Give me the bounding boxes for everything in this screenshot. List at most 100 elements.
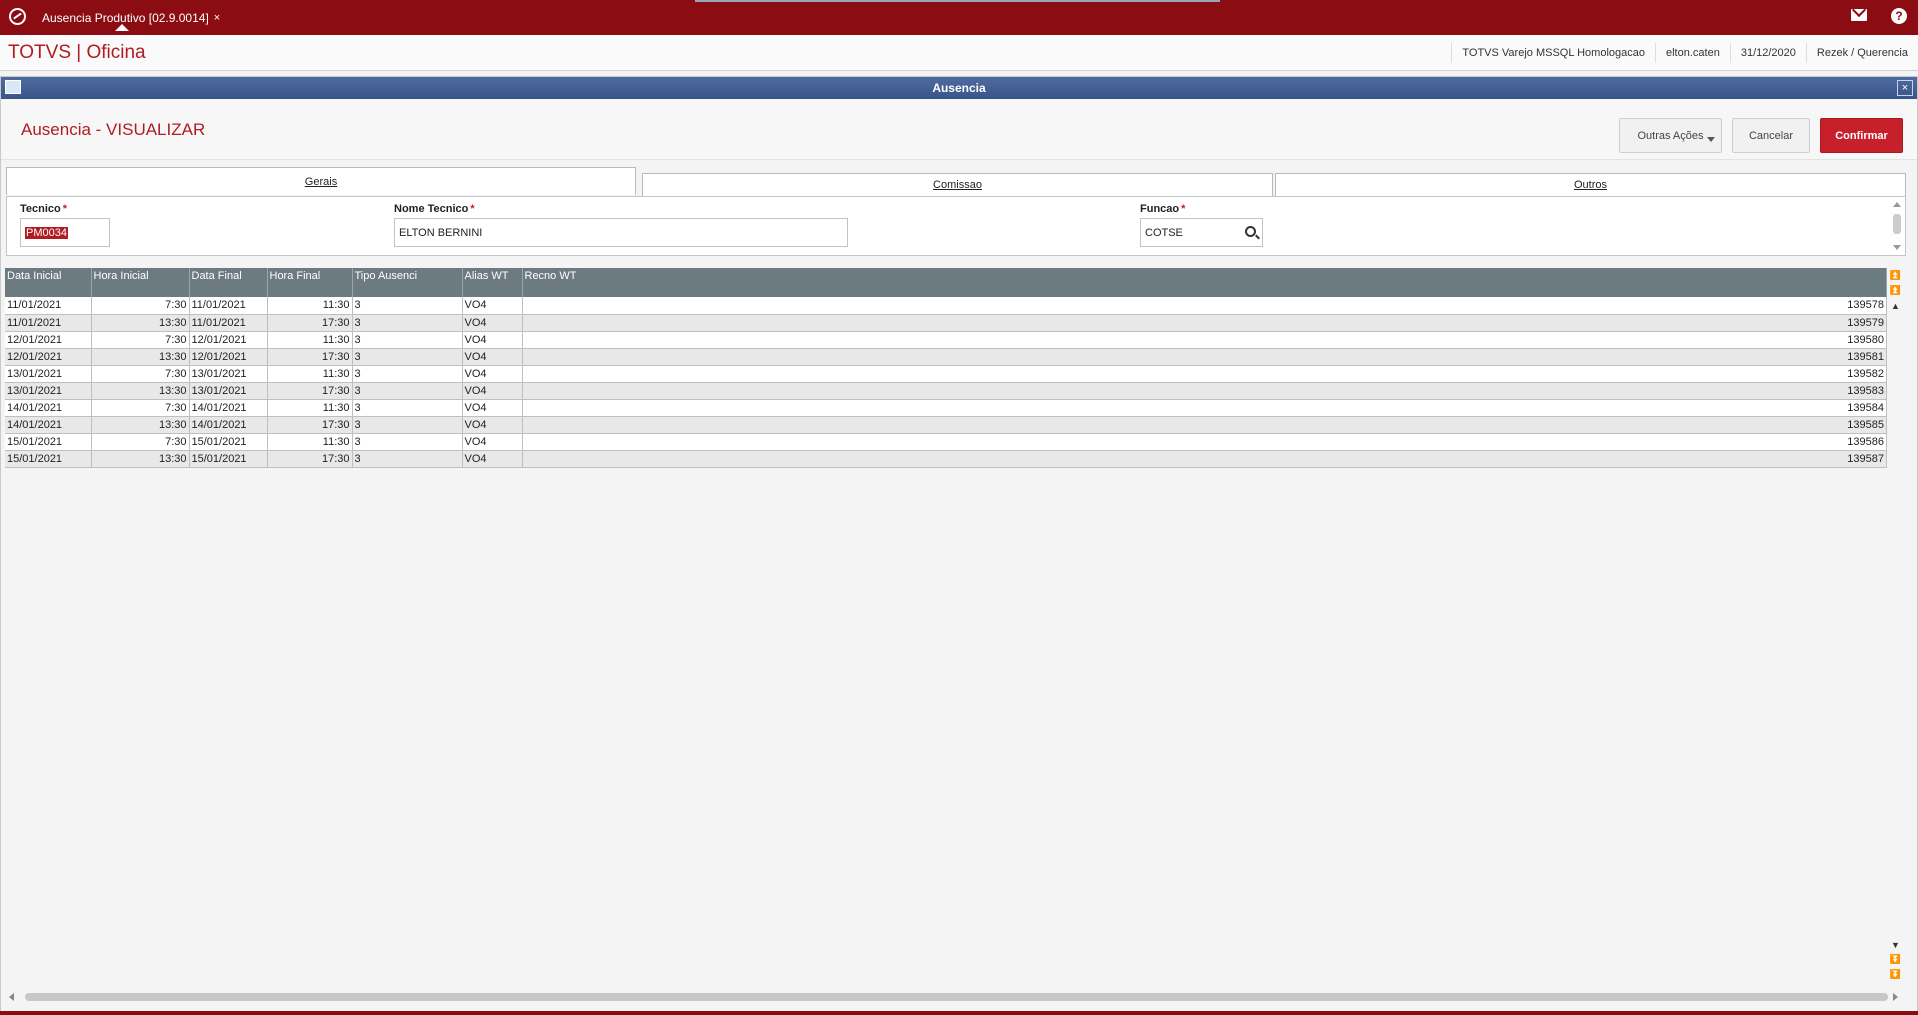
page-header: Ausencia - VISUALIZAR Outras Ações Cance… [1, 100, 1917, 160]
table-cell: 139581 [522, 348, 1887, 366]
table-cell: 14/01/2021 [5, 416, 92, 434]
table-cell: 3 [352, 314, 463, 332]
scroll-up-icon[interactable]: ▲ [1889, 299, 1902, 312]
table-cell: 11/01/2021 [5, 314, 92, 332]
table-cell: 11:30 [267, 331, 353, 349]
table-row[interactable]: 14/01/2021 7:30 14/01/2021 11:30 3 VO4 139584 [5, 399, 1887, 417]
column-header[interactable]: Data Final [189, 268, 268, 297]
column-header[interactable]: Hora Inicial [91, 268, 190, 297]
totvs-logo-icon[interactable] [9, 8, 26, 25]
table-cell: 7:30 [91, 433, 190, 451]
table-cell: 7:30 [91, 365, 190, 383]
app-brand: TOTVS | Oficina [8, 42, 146, 63]
table-cell: 12/01/2021 [5, 348, 92, 366]
top-progress-line [695, 0, 1220, 2]
ausencia-grid: Data Inicial Hora Inicial Data Final Hora F… [5, 268, 1887, 968]
table-cell: VO4 [462, 297, 523, 315]
table-cell: 7:30 [91, 399, 190, 417]
table-cell: 14/01/2021 [189, 416, 268, 434]
table-cell: 15/01/2021 [5, 433, 92, 451]
nome-tecnico-input[interactable]: ELTON BERNINI [394, 218, 848, 247]
table-cell: 139580 [522, 331, 1887, 349]
scroll-down-icon[interactable] [1893, 245, 1901, 250]
scroll-thumb[interactable] [1893, 214, 1901, 234]
form-scrollbar[interactable] [1891, 200, 1903, 252]
scroll-bottom-icon[interactable]: ⏬ [1889, 968, 1902, 981]
table-row[interactable]: 13/01/2021 7:30 13/01/2021 11:30 3 VO4 139582 [5, 365, 1887, 383]
column-header[interactable]: Alias WT [462, 268, 523, 297]
active-tab-indicator [115, 24, 129, 31]
scroll-top-icon[interactable]: ⏫ [1889, 269, 1902, 282]
scroll-track[interactable] [1889, 314, 1902, 934]
tab-close-icon[interactable]: × [214, 12, 220, 24]
tecnico-value: PM0034 [25, 226, 68, 239]
scroll-left-icon[interactable] [9, 993, 14, 1001]
nome-tecnico-value: ELTON BERNINI [399, 226, 483, 239]
scroll-page-up-icon[interactable]: ⏫ [1889, 284, 1902, 297]
table-cell: 14/01/2021 [5, 399, 92, 417]
table-row[interactable]: 12/01/2021 13:30 12/01/2021 17:30 3 VO4 139581 [5, 348, 1887, 366]
table-row[interactable]: 11/01/2021 13:30 11/01/2021 17:30 3 VO4 139579 [5, 314, 1887, 332]
table-row[interactable]: 15/01/2021 13:30 15/01/2021 17:30 3 VO4 139587 [5, 450, 1887, 468]
table-cell: VO4 [462, 314, 523, 332]
mail-icon[interactable] [1851, 9, 1867, 21]
scroll-page-down-icon[interactable]: ⏬ [1889, 953, 1902, 966]
table-cell: 3 [352, 297, 463, 315]
column-header[interactable]: Data Inicial [5, 268, 92, 297]
table-cell: 13:30 [91, 416, 190, 434]
table-row[interactable]: 11/01/2021 7:30 11/01/2021 11:30 3 VO4 139578 [5, 297, 1887, 315]
tab-comissao[interactable]: Comissao [642, 173, 1273, 197]
funcao-input[interactable]: COTSE [1140, 218, 1263, 247]
tab-gerais[interactable]: Gerais [6, 167, 636, 195]
table-cell: VO4 [462, 331, 523, 349]
funcao-value: COTSE [1145, 226, 1183, 239]
table-header-row: Data Inicial Hora Inicial Data Final Hora F… [5, 268, 1887, 297]
table-cell: 11/01/2021 [189, 297, 268, 315]
confirm-button[interactable]: Confirmar [1820, 118, 1903, 153]
grid-horizontal-scrollbar[interactable] [5, 990, 1902, 1004]
table-cell: 15/01/2021 [189, 450, 268, 468]
search-icon[interactable] [1245, 226, 1256, 237]
tab-ausencia-produtivo[interactable]: Ausencia Produtivo [02.9.0014] × [34, 0, 230, 35]
table-cell: 17:30 [267, 314, 353, 332]
cancel-button[interactable]: Cancelar [1732, 118, 1810, 153]
tecnico-label: Tecnico * [20, 203, 67, 215]
window-icon [5, 80, 21, 94]
nome-tecnico-label: Nome Tecnico * [394, 203, 475, 215]
table-cell: 13/01/2021 [189, 365, 268, 383]
tecnico-input[interactable]: PM0034 [20, 218, 110, 247]
table-row[interactable]: 14/01/2021 13:30 14/01/2021 17:30 3 VO4 139585 [5, 416, 1887, 434]
table-cell: 13/01/2021 [189, 382, 268, 400]
scroll-right-icon[interactable] [1893, 993, 1898, 1001]
table-cell: 3 [352, 450, 463, 468]
table-row[interactable]: 12/01/2021 7:30 12/01/2021 11:30 3 VO4 139580 [5, 331, 1887, 349]
other-actions-button[interactable]: Outras Ações [1619, 118, 1722, 153]
table-cell: 17:30 [267, 382, 353, 400]
column-header[interactable]: Hora Final [267, 268, 353, 297]
tab-bar: Gerais Comissao Outros [6, 167, 1906, 197]
table-row[interactable]: 15/01/2021 7:30 15/01/2021 11:30 3 VO4 139586 [5, 433, 1887, 451]
table-cell: 13:30 [91, 382, 190, 400]
chevron-down-icon [1707, 137, 1715, 142]
table-cell: 3 [352, 348, 463, 366]
table-cell: VO4 [462, 365, 523, 383]
form-panel: Tecnico * PM0034 Nome Tecnico * ELTON BERN… [6, 196, 1906, 256]
dialog-close-icon[interactable]: × [1897, 80, 1913, 96]
scroll-down-icon[interactable]: ▼ [1889, 938, 1902, 951]
table-cell: 13/01/2021 [5, 365, 92, 383]
scroll-up-icon[interactable] [1893, 202, 1901, 207]
table-cell: 13:30 [91, 450, 190, 468]
dialog-title: Ausencia [932, 81, 986, 95]
table-cell: 11:30 [267, 297, 353, 315]
table-cell: 139582 [522, 365, 1887, 383]
tab-outros[interactable]: Outros [1275, 173, 1906, 197]
scroll-thumb[interactable] [25, 993, 1888, 1001]
table-cell: 139586 [522, 433, 1887, 451]
help-icon[interactable]: ? [1891, 8, 1907, 24]
column-header[interactable]: Recno WT [522, 268, 1887, 297]
grid-scrollbar[interactable]: ⏫ ⏫ ▲ ▼ ⏬ ⏬ [1888, 268, 1903, 991]
table-cell: 11:30 [267, 399, 353, 417]
table-row[interactable]: 13/01/2021 13:30 13/01/2021 17:30 3 VO4 139583 [5, 382, 1887, 400]
table-cell: VO4 [462, 450, 523, 468]
column-header[interactable]: Tipo Ausenci [352, 268, 463, 297]
